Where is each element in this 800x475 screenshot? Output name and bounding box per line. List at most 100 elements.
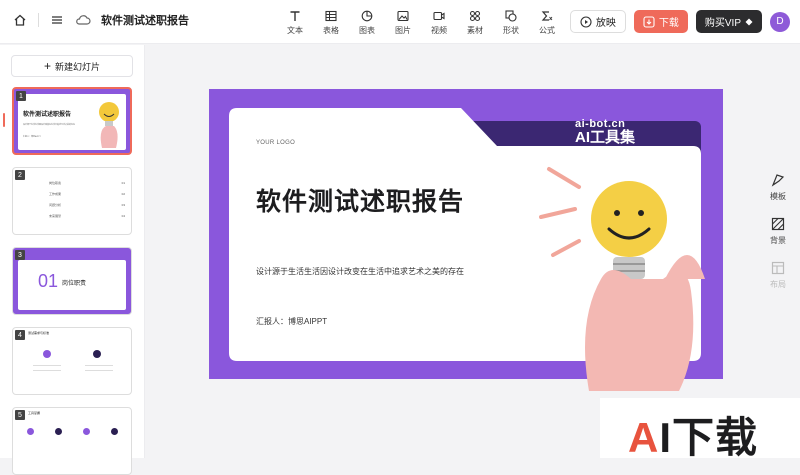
tool-label: 图片 — [395, 26, 411, 35]
slide-number: 5 — [15, 410, 25, 420]
tool-material[interactable]: 素材 — [463, 9, 487, 36]
tool-label: 视频 — [431, 26, 447, 35]
slide-thumbnail-4[interactable]: 4 测试需求与标准 — [12, 327, 132, 395]
current-slide[interactable]: ai-bot.cn AI工具集 YOUR LOGO 软件测试述职报告 设计源于生… — [209, 89, 723, 391]
tool-label: 形状 — [503, 26, 519, 35]
plus-icon: + — [43, 59, 51, 73]
thumb-dot — [43, 350, 51, 358]
slide-subtitle[interactable]: 设计源于生活生活因设计改变在生活中追求艺术之美的存在 — [256, 266, 464, 277]
vip-label: 购买VIP — [704, 18, 741, 29]
tool-label: 图表 — [359, 26, 375, 35]
tool-image[interactable]: 图片 — [391, 9, 415, 36]
tool-text[interactable]: 文本 — [283, 9, 307, 36]
home-icon[interactable] — [12, 12, 28, 28]
avatar[interactable]: D — [770, 11, 790, 32]
logo-placeholder[interactable]: YOUR LOGO — [256, 140, 295, 146]
tool-shape[interactable]: 形状 — [499, 9, 523, 36]
cloud-icon — [75, 12, 91, 28]
layout-button[interactable]: 布局 — [770, 260, 786, 290]
thumb-dot — [27, 428, 34, 435]
thumb-card: 01 岗位职责 — [18, 260, 126, 310]
table-icon — [324, 9, 338, 23]
section-title: 岗位职责 — [62, 281, 87, 287]
slide-sidebar: + 新建幻灯片 1 软件测试述职报告 设计源于生活生活因设计改变在生活中追求艺术… — [0, 45, 145, 475]
menu-icon[interactable] — [49, 12, 65, 28]
slide-number: 3 — [15, 250, 25, 260]
thumb-dot — [83, 428, 90, 435]
slide-thumbnail-5[interactable]: 5 工具掌握 — [12, 407, 132, 475]
template-button[interactable]: 模板 — [770, 172, 786, 202]
toc-item: 问题分析 03 — [49, 203, 125, 207]
bulb-illustration — [99, 102, 119, 148]
lightbulb-hand-illustration — [539, 167, 705, 391]
material-icon — [468, 9, 482, 23]
text-icon — [288, 9, 302, 23]
template-label: 模板 — [770, 192, 786, 201]
slide-thumbnail-2[interactable]: 2 岗位职责 01 工作成果 02 问题分析 03 未来展望 04 — [12, 167, 132, 235]
thumb-title: 测试需求与标准 — [28, 331, 50, 335]
background-icon — [770, 216, 786, 232]
shape-icon — [504, 9, 518, 23]
video-icon — [432, 9, 446, 23]
tool-formula[interactable]: 公式 — [535, 9, 559, 36]
slide-title[interactable]: 软件测试述职报告 — [256, 182, 464, 218]
tool-label: 素材 — [467, 26, 483, 35]
layout-icon — [770, 260, 786, 276]
thumb-dot — [111, 428, 118, 435]
divider — [38, 13, 39, 27]
badge-text: AI下载 — [628, 414, 759, 461]
diamond-icon — [745, 18, 753, 26]
slide-number: 4 — [15, 330, 25, 340]
thumb-dot — [55, 428, 62, 435]
tool-label: 公式 — [539, 26, 555, 35]
download-button[interactable]: 下载 — [633, 10, 688, 33]
thumb-dot — [93, 350, 101, 358]
image-icon — [396, 9, 410, 23]
tool-label: 文本 — [287, 26, 303, 35]
play-icon — [580, 15, 592, 28]
watermark: ai-bot.cn AI工具集 — [575, 119, 636, 146]
thumb-title: 工具掌握 — [28, 411, 41, 415]
thumb-reporter: 汇报人：博思AIPPT — [23, 136, 41, 138]
play-button[interactable]: 放映 — [569, 10, 626, 33]
watermark-bottom: AI工具集 — [575, 129, 636, 146]
tool-chart[interactable]: 图表 — [355, 9, 379, 36]
slide-number: 2 — [15, 170, 25, 180]
buy-vip-button[interactable]: 购买VIP — [695, 10, 762, 33]
section-number: 01 — [38, 271, 59, 291]
slide-thumbnail-1[interactable]: 1 软件测试述职报告 设计源于生活生活因设计改变在生活中追求艺术之美的存在 汇报… — [12, 87, 132, 155]
tool-table[interactable]: 表格 — [319, 9, 343, 36]
tool-label: 表格 — [323, 26, 339, 35]
editor-canvas: ai-bot.cn AI工具集 YOUR LOGO 软件测试述职报告 设计源于生… — [146, 45, 756, 458]
thumb-subtitle: 设计源于生活生活因设计改变在生活中追求艺术之美的存在 — [23, 124, 76, 126]
thumb-line — [33, 370, 61, 371]
thumb-line — [85, 370, 113, 371]
slide-thumbnail-3[interactable]: 3 01 岗位职责 — [12, 247, 132, 315]
new-slide-label: 新建幻灯片 — [55, 61, 101, 72]
thumb-title: 软件测试述职报告 — [23, 112, 72, 118]
slide-number: 1 — [16, 91, 26, 101]
top-toolbar: 软件测试述职报告 文本 表格 图表 图片 视频 素材 形状 公式 放映 下载 购… — [0, 0, 800, 44]
slide-reporter[interactable]: 汇报人：博思AIPPT — [256, 316, 327, 327]
thumb-line — [85, 365, 113, 366]
background-button[interactable]: 背景 — [770, 216, 786, 246]
thumb-line — [33, 365, 61, 366]
active-slide-marker — [3, 113, 5, 127]
tool-video[interactable]: 视频 — [427, 9, 451, 36]
download-icon — [643, 15, 655, 28]
background-label: 背景 — [770, 236, 786, 245]
thumb-card: 软件测试述职报告 设计源于生活生活因设计改变在生活中追求艺术之美的存在 汇报人：… — [18, 94, 126, 150]
toc-item: 岗位职责 01 — [49, 181, 125, 185]
document-title[interactable]: 软件测试述职报告 — [101, 12, 189, 28]
formula-icon — [540, 9, 554, 23]
new-slide-button[interactable]: + 新建幻灯片 — [11, 55, 133, 77]
right-panel: 模板 背景 布局 — [760, 172, 796, 290]
ai-download-watermark: AI下载 — [600, 398, 800, 461]
toc-item: 未来展望 04 — [49, 214, 125, 218]
chart-icon — [360, 9, 374, 23]
toc-item: 工作成果 02 — [49, 192, 125, 196]
insert-toolbar: 文本 表格 图表 图片 视频 素材 形状 公式 — [283, 9, 559, 36]
download-label: 下载 — [658, 18, 679, 29]
template-icon — [770, 172, 786, 188]
layout-label: 布局 — [770, 280, 786, 289]
